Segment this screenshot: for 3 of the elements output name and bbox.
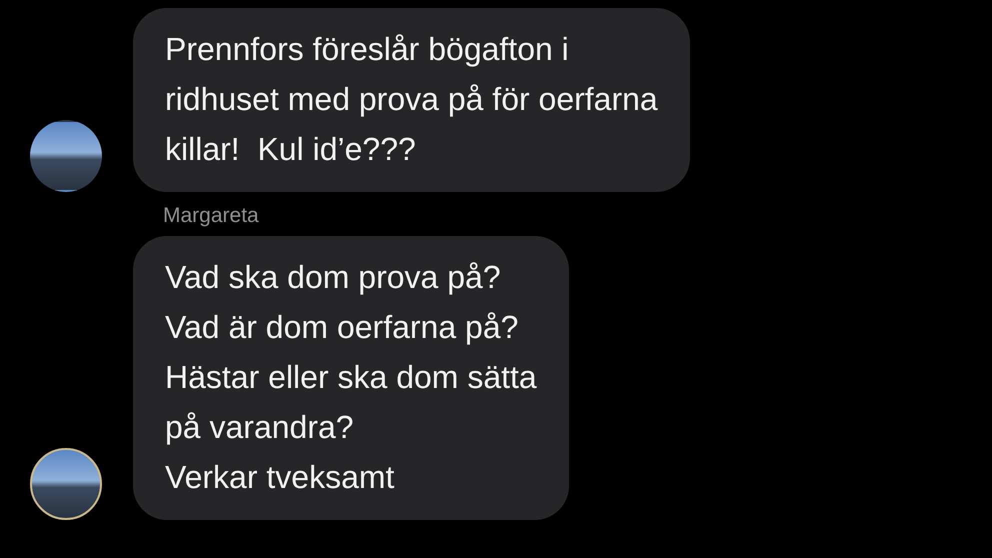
- message-bubble: Vad ska dom prova på? Vad är dom oerfarna på? Hästar eller ska dom sätta på varandra? Verkar tveksamt: [133, 236, 569, 520]
- sender-name: Margareta: [163, 204, 260, 228]
- message-bubble: Prennfors föreslår bögafton i ridhuset med prova på för oerfarna killar! Kul id’e???: [133, 8, 690, 192]
